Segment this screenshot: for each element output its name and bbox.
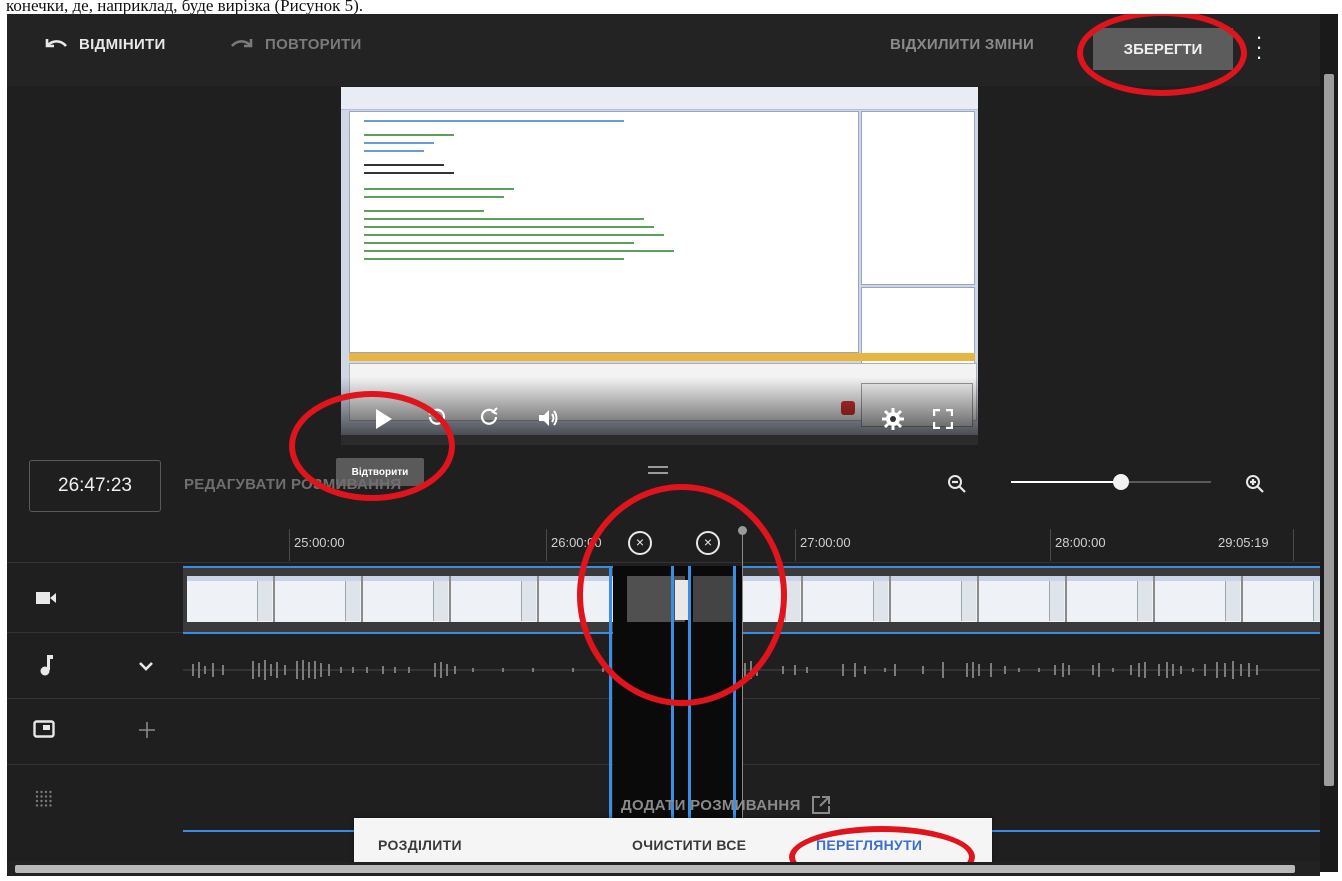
kebab-icon[interactable]: · · · [1254, 26, 1264, 68]
video-thumbnail [891, 576, 979, 622]
code-line [364, 196, 504, 198]
code-line [364, 172, 454, 174]
code-line [364, 120, 624, 122]
forward-icon[interactable] [477, 405, 501, 429]
code-line [364, 234, 664, 236]
code-line [364, 142, 434, 144]
annotation-ring-cut [577, 484, 787, 706]
external-link-icon [811, 796, 830, 814]
code-line [364, 250, 674, 252]
zoom-slider-knob[interactable] [1113, 474, 1129, 490]
chevron-down-icon[interactable] [138, 660, 154, 672]
code-line [364, 218, 644, 220]
code-line [364, 134, 454, 136]
video-thumbnail [1155, 576, 1243, 622]
video-thumbnail [1067, 576, 1155, 622]
resize-handle[interactable] [648, 466, 668, 478]
video-preview[interactable] [341, 87, 978, 445]
preview-area [7, 86, 1320, 448]
video-thumbnail [979, 576, 1067, 622]
vertical-scrollbar[interactable] [1320, 14, 1338, 872]
ruler-tick [289, 529, 290, 561]
zoom-slider-fill [1011, 481, 1121, 483]
ruler-tick [1050, 529, 1051, 561]
ruler-tick [795, 529, 796, 561]
zoom-out-icon[interactable] [947, 474, 967, 494]
split-button[interactable]: РОЗДІЛИТИ [378, 837, 462, 853]
code-line [364, 210, 484, 212]
code-line [364, 164, 444, 166]
clear-all-button[interactable]: ОЧИСТИТИ ВСЕ [632, 837, 746, 853]
code-line [364, 258, 624, 260]
code-line [364, 150, 424, 152]
video-frame-solution-explorer [861, 111, 975, 285]
video-thumbnail [451, 576, 539, 622]
video-track-icon [36, 592, 56, 604]
video-thumbnail [363, 576, 451, 622]
discard-changes-button[interactable]: ВІДХИЛИТИ ЗМІНИ [890, 36, 1034, 53]
video-thumbnail [275, 576, 363, 622]
redo-icon [231, 38, 253, 47]
vertical-scrollbar-thumb[interactable] [1324, 74, 1334, 786]
video-frame-menubar [341, 87, 978, 110]
video-frame-status-strip [349, 353, 975, 361]
picture-in-picture-icon [33, 720, 55, 738]
music-note-icon [40, 655, 53, 676]
add-blur-button[interactable]: ДОДАТИ РОЗМИВАННЯ [621, 795, 831, 815]
undo-icon [45, 38, 67, 47]
undo-button[interactable]: ВІДМІНИТИ [43, 36, 166, 53]
code-line [364, 226, 654, 228]
current-time-display[interactable]: 26:47:23 [29, 460, 161, 512]
ruler-label: 29:05:19 [1218, 535, 1269, 550]
horizontal-scrollbar[interactable] [7, 862, 1320, 876]
ruler-label: 25:00:00 [294, 535, 345, 550]
redo-button[interactable]: ПОВТОРИТИ [229, 36, 362, 53]
video-thumbnail [187, 576, 275, 622]
fullscreen-icon[interactable] [933, 409, 953, 429]
video-thumbnail [1243, 576, 1320, 622]
code-line [364, 188, 514, 190]
settings-icon[interactable] [881, 407, 905, 431]
annotation-ring-save [1077, 14, 1247, 96]
ruler-label: 28:00:00 [1055, 535, 1106, 550]
zoom-slider[interactable] [1011, 474, 1211, 490]
video-frame-code-editor [349, 111, 859, 353]
video-thumbnail [803, 576, 891, 622]
redo-label: ПОВТОРИТИ [265, 36, 362, 53]
blur-grid-icon [35, 790, 52, 807]
volume-icon[interactable] [537, 407, 561, 429]
code-line [364, 242, 634, 244]
ruler-tick [1293, 529, 1294, 561]
undo-label: ВІДМІНИТИ [79, 36, 166, 53]
ruler-tick [546, 529, 547, 561]
add-blur-label: ДОДАТИ РОЗМИВАННЯ [621, 796, 801, 814]
zoom-in-icon[interactable] [1245, 474, 1265, 494]
youtube-studio-editor: ВІДМІНИТИ ПОВТОРИТИ ВІДХИЛИТИ ЗМІНИ ЗБЕР… [7, 14, 1320, 872]
ruler-label: 27:00:00 [800, 535, 851, 550]
annotation-ring-play [289, 391, 455, 501]
horizontal-scrollbar-thumb[interactable] [15, 865, 1295, 873]
plus-icon[interactable] [137, 720, 157, 740]
